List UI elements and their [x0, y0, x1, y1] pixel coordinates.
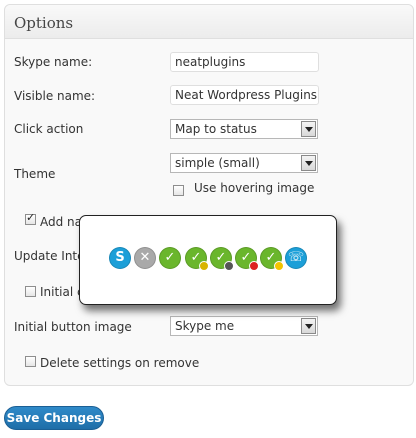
skype-name-label: Skype name:: [14, 55, 93, 69]
update-interval-label: Update Inte: [14, 249, 85, 263]
initial-label: Initial c: [40, 285, 84, 299]
chevron-down-icon: [301, 155, 316, 171]
skype-icon: S: [109, 247, 131, 269]
online-icon: ✓: [159, 247, 181, 269]
theme-select[interactable]: simple (small): [170, 153, 318, 173]
save-changes-button[interactable]: Save Changes: [4, 406, 104, 430]
click-action-select[interactable]: Map to status: [170, 119, 318, 139]
delete-settings-checkbox[interactable]: [25, 356, 36, 367]
away-icon: ✓: [185, 247, 209, 271]
panel-header: Options: [5, 5, 413, 39]
initial-image-select[interactable]: Skype me: [170, 316, 318, 336]
initial-button-image-label: Initial button image: [14, 320, 132, 334]
hovering-image-checkbox[interactable]: [173, 185, 184, 196]
add-label: Add na: [40, 215, 83, 229]
hovering-image-label: Use hovering image: [194, 181, 315, 195]
panel-title: Options: [14, 14, 74, 32]
initial-image-value: Skype me: [175, 319, 235, 333]
visible-name-input[interactable]: Neat Wordpress Plugins: [170, 85, 319, 105]
add-checkbox[interactable]: [25, 211, 36, 225]
skype-me-icon: ✓: [260, 247, 284, 271]
click-action-value: Map to status: [175, 122, 257, 136]
theme-value: simple (small): [175, 156, 260, 170]
call-icon: ☏: [285, 247, 307, 269]
chevron-down-icon: [301, 318, 316, 334]
chevron-down-icon: [301, 121, 316, 137]
offline-icon: ✕: [134, 247, 156, 269]
initial-checkbox[interactable]: [25, 286, 36, 297]
visible-name-label: Visible name:: [14, 89, 96, 103]
delete-settings-label: Delete settings on remove: [40, 356, 200, 370]
dnd-icon: ✓: [235, 247, 259, 271]
click-action-label: Click action: [14, 122, 84, 136]
theme-preview-popup: S ✕ ✓ ✓ ✓ ✓ ✓ ☏: [79, 215, 337, 305]
na-icon: ✓: [210, 247, 234, 271]
theme-label: Theme: [14, 167, 56, 181]
skype-name-input[interactable]: neatplugins: [170, 52, 319, 72]
